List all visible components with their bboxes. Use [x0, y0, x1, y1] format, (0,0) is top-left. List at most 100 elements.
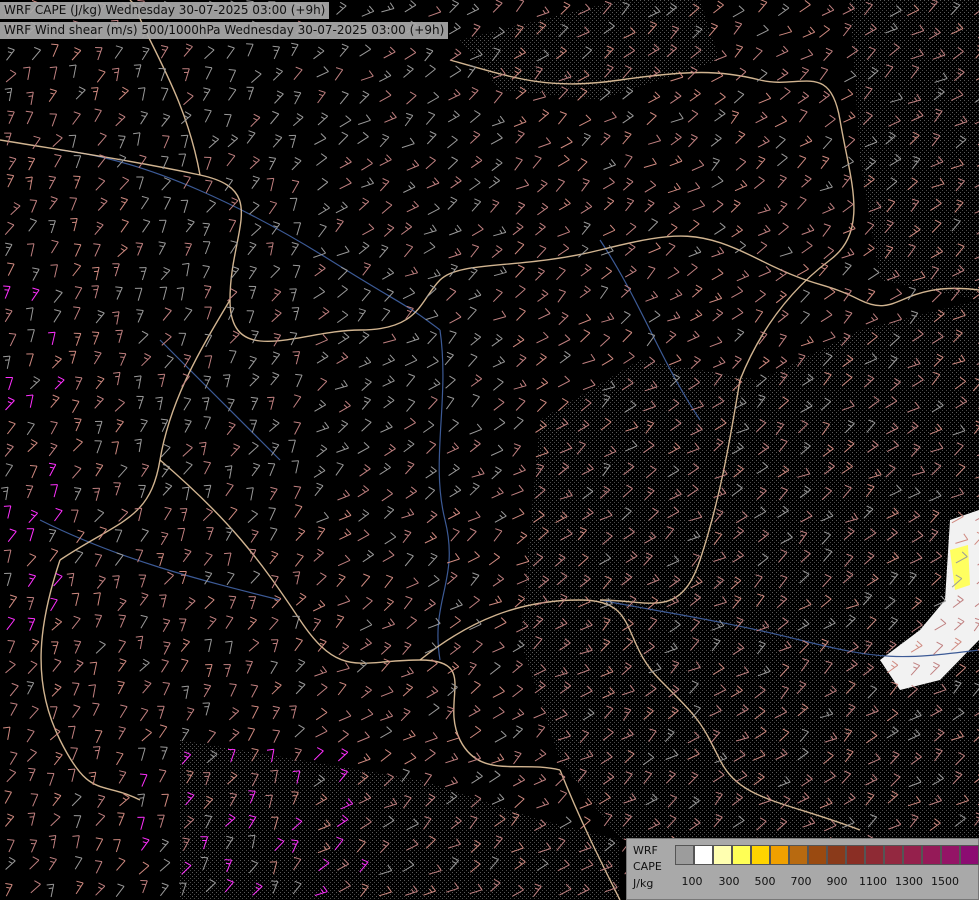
wind-barb: [820, 155, 830, 170]
wind-barb-feather: [542, 377, 549, 384]
wind-barb-feather: [385, 70, 392, 76]
wind-barb-feather: [719, 246, 725, 253]
wind-barb: [115, 286, 123, 300]
wind-barb-feather: [802, 91, 810, 97]
wind-barb-staff: [843, 312, 853, 324]
wind-barb: [51, 43, 59, 57]
wind-barb-staff: [270, 178, 275, 192]
wind-barb-feather: [848, 115, 852, 119]
wind-barb-feather: [405, 112, 413, 116]
wind-barb-staff: [427, 274, 441, 280]
wind-barb: [734, 328, 745, 342]
wind-barb-staff: [229, 220, 237, 233]
wind-barb-feather: [779, 178, 785, 182]
wind-barb-feather: [253, 117, 258, 121]
wind-barb-feather: [362, 335, 367, 339]
wind-barb: [159, 219, 167, 233]
wind-barb-feather: [136, 442, 141, 445]
wind-barb: [538, 109, 550, 122]
wind-barb-feather: [650, 180, 657, 186]
wind-barb: [426, 131, 437, 145]
wind-barb: [182, 486, 190, 501]
wind-barb-staff: [185, 487, 190, 501]
wind-barb-staff: [226, 114, 232, 128]
wind-barb-feather: [75, 491, 80, 493]
wind-barb: [226, 571, 235, 586]
wind-barb: [535, 353, 547, 366]
wind-barb: [493, 398, 505, 411]
wind-barb-staff: [230, 446, 241, 457]
wind-barb-feather: [692, 334, 697, 339]
wind-barb: [7, 420, 16, 435]
wind-barb: [384, 111, 397, 123]
wind-barb-feather: [910, 310, 918, 314]
wind-barb-feather: [413, 159, 420, 166]
wind-barb-feather: [497, 119, 502, 124]
wind-barb-staff: [181, 333, 187, 346]
wind-barb: [27, 617, 36, 631]
wind-barb-feather: [519, 285, 526, 290]
wind-barb-staff: [819, 29, 831, 38]
wind-barb-feather: [732, 114, 737, 117]
wind-barb-staff: [380, 691, 394, 697]
wind-barb-feather: [121, 201, 126, 204]
wind-barb: [445, 375, 456, 389]
wind-barb: [428, 574, 440, 588]
wind-barb-feather: [843, 178, 849, 181]
wind-barb-feather: [252, 441, 259, 447]
wind-barb-staff: [227, 552, 232, 566]
wind-barb-staff: [581, 135, 591, 147]
wind-barb-feather: [48, 331, 56, 334]
wind-barb-feather: [382, 178, 390, 182]
wind-barb: [358, 197, 370, 211]
wind-barb-staff: [207, 618, 217, 630]
wind-barb-feather: [429, 330, 437, 335]
wind-barb: [224, 465, 233, 479]
wind-barb: [180, 638, 190, 652]
wind-barb-feather: [118, 352, 126, 355]
wind-barb-feather: [784, 87, 791, 92]
wind-barb-staff: [646, 335, 656, 347]
wind-barb-feather: [453, 489, 458, 493]
wind-barb: [6, 174, 15, 188]
wind-barb-feather: [783, 45, 789, 52]
wind-barb: [493, 377, 504, 391]
wind-barb: [380, 685, 394, 697]
wind-barb-feather: [581, 244, 589, 249]
wind-barb: [48, 442, 58, 457]
wind-barb-feather: [717, 268, 724, 274]
wind-barb-feather: [694, 330, 700, 337]
wind-barb-feather: [341, 355, 345, 360]
wind-barb-feather: [274, 313, 279, 317]
wind-barb-staff: [71, 198, 78, 211]
wind-barb-staff: [450, 604, 463, 610]
wind-barb-staff: [250, 531, 259, 543]
wind-barb-staff: [777, 157, 788, 167]
wind-barb-feather: [781, 72, 786, 76]
wind-barb: [381, 489, 393, 502]
wind-barb-feather: [711, 22, 718, 27]
wind-barb: [312, 617, 322, 632]
wind-barb: [228, 69, 237, 83]
wind-barb: [379, 154, 392, 166]
wind-barb-feather: [387, 379, 392, 383]
wind-barb-feather: [474, 198, 481, 203]
wind-barb-staff: [602, 229, 616, 237]
wind-barb: [337, 266, 348, 280]
wind-barb-feather: [183, 638, 190, 643]
wind-barb-feather: [364, 642, 369, 646]
wind-barb-feather: [54, 355, 62, 360]
wind-barb-feather: [848, 135, 856, 141]
wind-barb-staff: [96, 578, 106, 589]
wind-barb-feather: [9, 156, 17, 160]
wind-barb: [449, 615, 461, 629]
wind-barb: [337, 595, 351, 606]
wind-barb: [450, 599, 463, 610]
wind-barb-feather: [717, 0, 724, 6]
wind-barb-staff: [317, 92, 326, 104]
wind-barb-feather: [734, 359, 739, 363]
wind-barb: [183, 397, 192, 411]
wind-barb-feather: [474, 439, 481, 445]
wind-barb: [222, 374, 231, 388]
wind-barb-feather: [827, 181, 833, 188]
